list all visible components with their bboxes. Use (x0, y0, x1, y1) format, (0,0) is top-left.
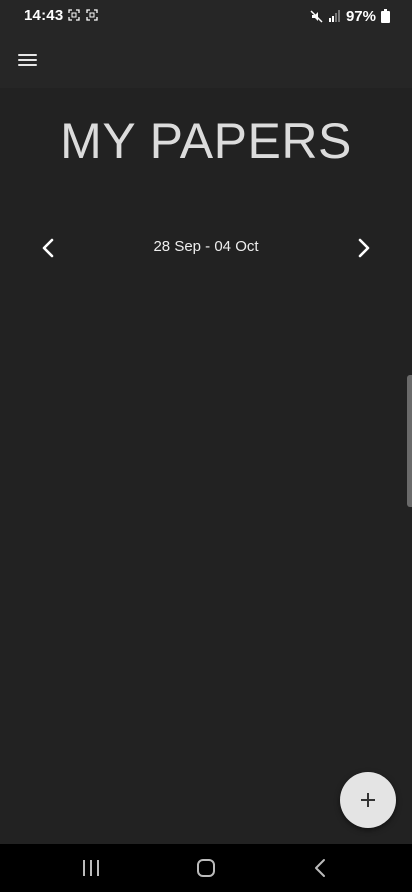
hamburger-menu-icon[interactable] (12, 46, 44, 74)
app-bar (0, 32, 412, 88)
battery-icon (381, 9, 390, 23)
scroll-indicator[interactable] (407, 375, 412, 507)
back-icon[interactable] (308, 856, 334, 880)
mute-icon (310, 9, 323, 23)
menu-line (18, 64, 37, 66)
status-time: 14:43 (24, 7, 64, 24)
date-navigator: 28 Sep - 04 Oct (0, 230, 412, 266)
add-paper-button[interactable] (340, 772, 396, 828)
battery-percent: 97% (345, 7, 376, 25)
recent-apps-icon[interactable] (78, 856, 104, 880)
home-icon[interactable] (193, 856, 219, 880)
screen: 14:43 97% MY PAPERS 28 Sep - 04 Oct (0, 0, 412, 892)
plus-icon (361, 793, 375, 807)
status-bar: 14:43 97% (0, 0, 412, 32)
system-nav-bar (0, 844, 412, 892)
menu-line (18, 54, 37, 56)
page-title: MY PAPERS (60, 113, 352, 169)
screenshot-icon (86, 9, 98, 21)
menu-line (18, 59, 37, 61)
chevron-right-icon[interactable] (349, 234, 377, 262)
signal-icon (328, 10, 340, 22)
screenshot-icon (68, 9, 80, 21)
status-right: 97% (310, 7, 390, 25)
